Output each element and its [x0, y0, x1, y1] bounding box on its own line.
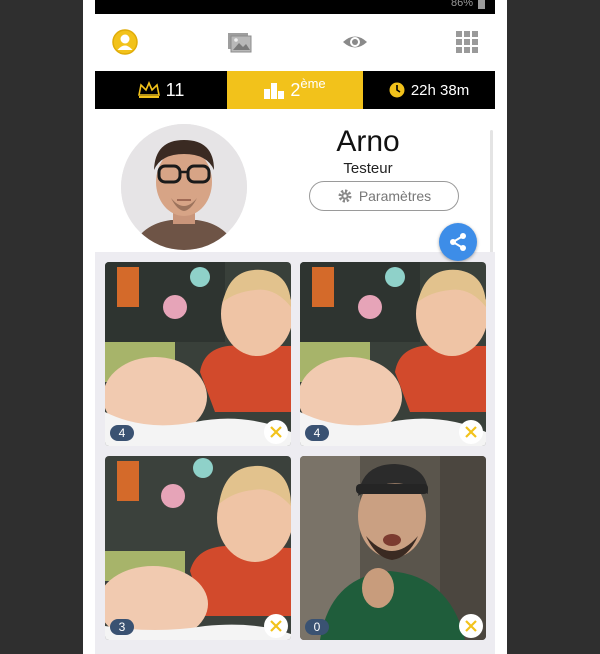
gear-icon — [338, 189, 352, 203]
close-icon — [270, 426, 282, 438]
count-badge: 3 — [110, 619, 134, 635]
photo-image — [105, 262, 291, 446]
profile-role: Testeur — [343, 160, 393, 177]
profile-icon — [112, 29, 138, 55]
profile-name: Arno — [336, 125, 400, 158]
viewers-tab[interactable] — [341, 28, 369, 56]
delete-button[interactable] — [264, 614, 288, 638]
gallery-icon — [228, 33, 252, 53]
crowns-count: 11 — [165, 79, 185, 100]
photo-card[interactable]: 3 — [105, 456, 291, 640]
share-icon — [450, 233, 466, 251]
crowns-stat[interactable]: 11 — [95, 71, 227, 109]
top-navigation — [95, 22, 495, 62]
photo-image — [300, 262, 486, 446]
share-button[interactable] — [439, 223, 477, 261]
battery-icon — [478, 0, 485, 9]
gallery-tab[interactable] — [225, 28, 253, 56]
close-icon — [465, 426, 477, 438]
crown-icon — [137, 81, 160, 98]
photo-grid: 4 4 3 0 — [95, 252, 495, 654]
battery-level: 86% — [450, 0, 473, 9]
count-badge: 4 — [110, 425, 134, 441]
avatar-photo — [121, 124, 247, 250]
rank-number: 2 — [290, 79, 301, 100]
photo-card[interactable]: 4 — [300, 262, 486, 446]
grid-menu-icon — [456, 31, 478, 53]
timer-stat[interactable]: 22h 38m — [363, 71, 495, 109]
clock-icon — [389, 82, 405, 98]
delete-button[interactable] — [459, 614, 483, 638]
photo-card[interactable]: 4 — [105, 262, 291, 446]
eye-icon — [343, 36, 367, 48]
delete-button[interactable] — [264, 420, 288, 444]
settings-button[interactable]: Paramètres — [309, 181, 459, 211]
rank-stat[interactable]: 2 ème — [227, 71, 363, 109]
podium-icon — [264, 83, 285, 99]
rank-suffix: ème — [300, 75, 326, 91]
count-badge: 4 — [305, 425, 329, 441]
status-bar: 86% — [95, 0, 495, 14]
photo-card[interactable]: 0 — [300, 456, 486, 640]
delete-button[interactable] — [459, 420, 483, 444]
app-screen: 86% 11 2 ème 22h 38m Arno Testeur Paramè… — [83, 0, 507, 654]
avatar[interactable] — [121, 124, 247, 250]
close-icon — [465, 620, 477, 632]
menu-tab[interactable] — [453, 28, 481, 56]
close-icon — [270, 620, 282, 632]
photo-image — [300, 456, 486, 640]
settings-label: Paramètres — [358, 188, 432, 204]
photo-image — [105, 456, 291, 640]
timer-value: 22h 38m — [410, 81, 470, 99]
count-badge: 0 — [305, 619, 329, 635]
stats-bar: 11 2 ème 22h 38m — [95, 71, 495, 109]
profile-tab[interactable] — [111, 28, 139, 56]
